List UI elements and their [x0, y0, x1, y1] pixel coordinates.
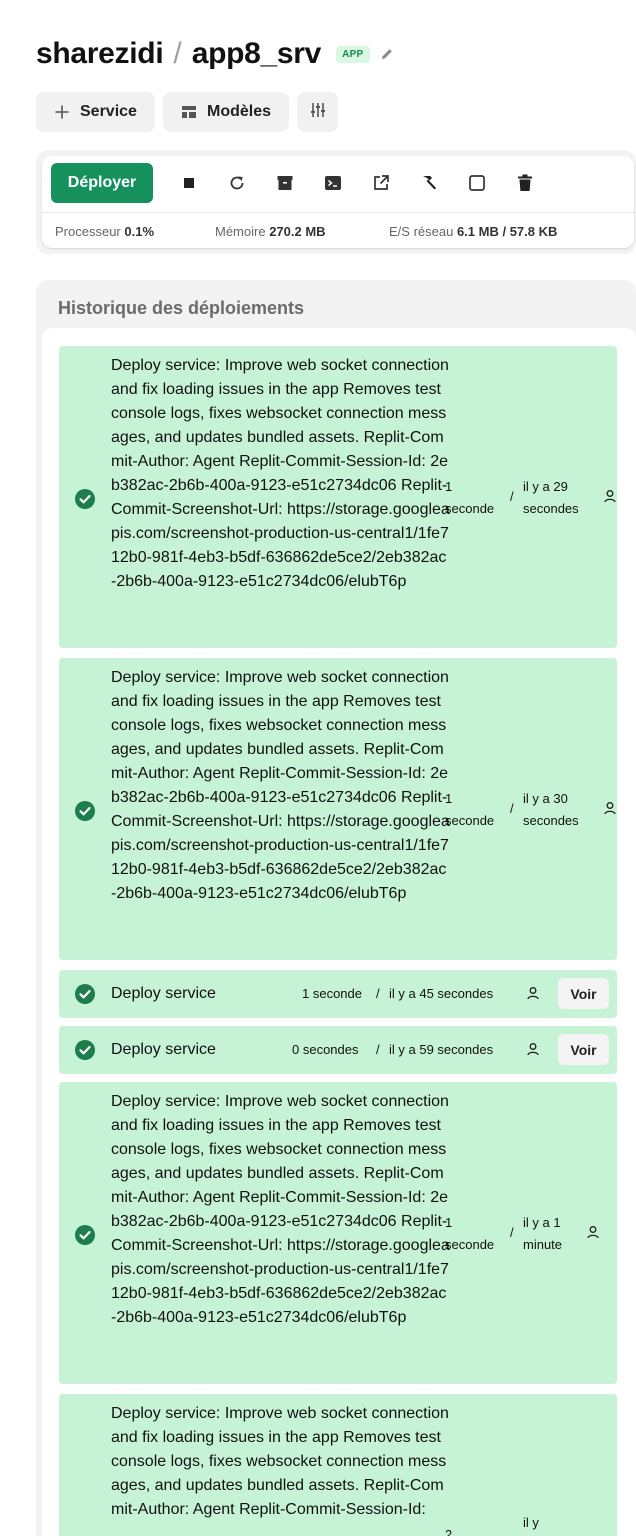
- toolbar: Service Modèles: [36, 92, 338, 132]
- resource-stats: Processeur 0.1% Mémoire 270.2 MB E/S rés…: [42, 212, 634, 248]
- settings-sliders-button[interactable]: [297, 92, 338, 132]
- history-title: Historique des déploiements: [58, 298, 305, 318]
- deployment-duration: 1 seconde: [445, 1215, 495, 1252]
- user-icon: [587, 1226, 599, 1239]
- deploy-button[interactable]: Déployer: [51, 163, 153, 203]
- models-button[interactable]: Modèles: [163, 92, 289, 132]
- open-external-icon[interactable]: [357, 163, 405, 203]
- deployment-duration: 1 seconde: [445, 791, 495, 828]
- controls-panel: Déployer Processeur 0.1% Mémoire 270.2 M…: [42, 156, 634, 248]
- title-separator: /: [173, 37, 182, 70]
- owner-name[interactable]: sharezidi: [36, 37, 164, 71]
- success-check-icon: [75, 489, 95, 509]
- archive-icon[interactable]: [261, 163, 309, 203]
- sliders-icon: [309, 101, 327, 124]
- template-icon: [181, 104, 197, 120]
- service-label: Service: [80, 103, 137, 120]
- terminal-icon[interactable]: [309, 163, 357, 203]
- build-hammer-icon[interactable]: [405, 163, 453, 203]
- user-icon: [527, 1043, 539, 1056]
- deployment-item[interactable]: Deploy service 0 secondes / il y a 59 se…: [59, 1026, 617, 1074]
- memory-stat: Mémoire 270.2 MB: [215, 224, 326, 239]
- network-label: E/S réseau: [389, 224, 454, 239]
- success-check-icon: [75, 1040, 95, 1060]
- square-icon[interactable]: [453, 163, 501, 203]
- page-title: sharezidi / app8_srv APP: [36, 34, 394, 74]
- pencil-icon[interactable]: [380, 47, 394, 61]
- plus-icon: [54, 104, 70, 120]
- separator: /: [376, 1042, 380, 1057]
- cpu-stat: Processeur 0.1%: [55, 224, 154, 239]
- separator: /: [510, 801, 514, 816]
- deployment-item[interactable]: Deploy service: Improve web socket conne…: [59, 1082, 617, 1384]
- deployment-time-ago: il y: [523, 1515, 539, 1530]
- deployment-list: Deploy service: Improve web socket conne…: [42, 328, 636, 1536]
- app-name: app8_srv: [191, 37, 322, 70]
- network-value: 6.1 MB / 57.8 KB: [456, 224, 558, 239]
- user-icon: [604, 802, 616, 815]
- deployment-item[interactable]: Deploy service: Improve web socket conne…: [59, 658, 617, 960]
- deployment-time-ago: il y a 1 minute: [523, 1215, 563, 1252]
- deployment-item[interactable]: Deploy service: Improve web socket conne…: [59, 346, 617, 648]
- separator: /: [510, 1225, 514, 1240]
- models-label: Modèles: [207, 103, 272, 120]
- app-badge: APP: [336, 45, 370, 63]
- success-check-icon: [75, 801, 95, 821]
- deployment-duration: 1 seconde: [302, 986, 362, 1001]
- deployment-time-ago: il y a 59 secondes: [389, 1042, 494, 1057]
- user-icon: [604, 490, 616, 503]
- trash-icon[interactable]: [501, 163, 549, 203]
- network-stat: E/S réseau 6.1 MB / 57.8 KB: [389, 224, 557, 239]
- view-button[interactable]: Voir: [558, 1034, 609, 1065]
- deployment-duration: 1 seconde: [445, 479, 495, 516]
- deployment-duration: 0 secondes: [292, 1042, 359, 1057]
- deployment-time-ago: il y a 45 secondes: [389, 986, 494, 1001]
- deployment-history: Historique des déploiements Deploy servi…: [36, 280, 636, 1536]
- cpu-value: 0.1%: [124, 224, 155, 239]
- control-icons: [165, 163, 549, 203]
- user-icon: [527, 987, 539, 1000]
- restart-icon[interactable]: [213, 163, 261, 203]
- separator: /: [510, 489, 514, 504]
- deployment-duration: 2: [445, 1527, 453, 1536]
- deployment-message: Deploy service: Improve web socket conne…: [111, 669, 454, 902]
- view-button[interactable]: Voir: [558, 978, 609, 1009]
- add-service-button[interactable]: Service: [36, 92, 155, 132]
- separator: /: [376, 986, 380, 1001]
- deployment-message: Deploy service: Improve web socket conne…: [111, 357, 454, 590]
- deployment-message: Deploy service: Improve web socket conne…: [111, 1405, 454, 1518]
- stop-icon[interactable]: [165, 163, 213, 203]
- success-check-icon: [75, 1225, 95, 1245]
- memory-label: Mémoire: [215, 224, 266, 239]
- success-check-icon: [75, 984, 95, 1004]
- cpu-label: Processeur: [55, 224, 121, 239]
- deployment-item[interactable]: Deploy service: Improve web socket conne…: [59, 1394, 617, 1536]
- deployment-controls: Déployer Processeur 0.1% Mémoire 270.2 M…: [36, 150, 636, 254]
- deployment-message: Deploy service: Improve web socket conne…: [111, 1093, 454, 1326]
- deployment-time-ago: il y a 30 secondes: [523, 791, 579, 828]
- memory-value: 270.2 MB: [269, 224, 326, 239]
- deployment-item[interactable]: Deploy service 1 seconde / il y a 45 sec…: [59, 970, 617, 1018]
- deployment-time-ago: il y a 29 secondes: [523, 479, 579, 516]
